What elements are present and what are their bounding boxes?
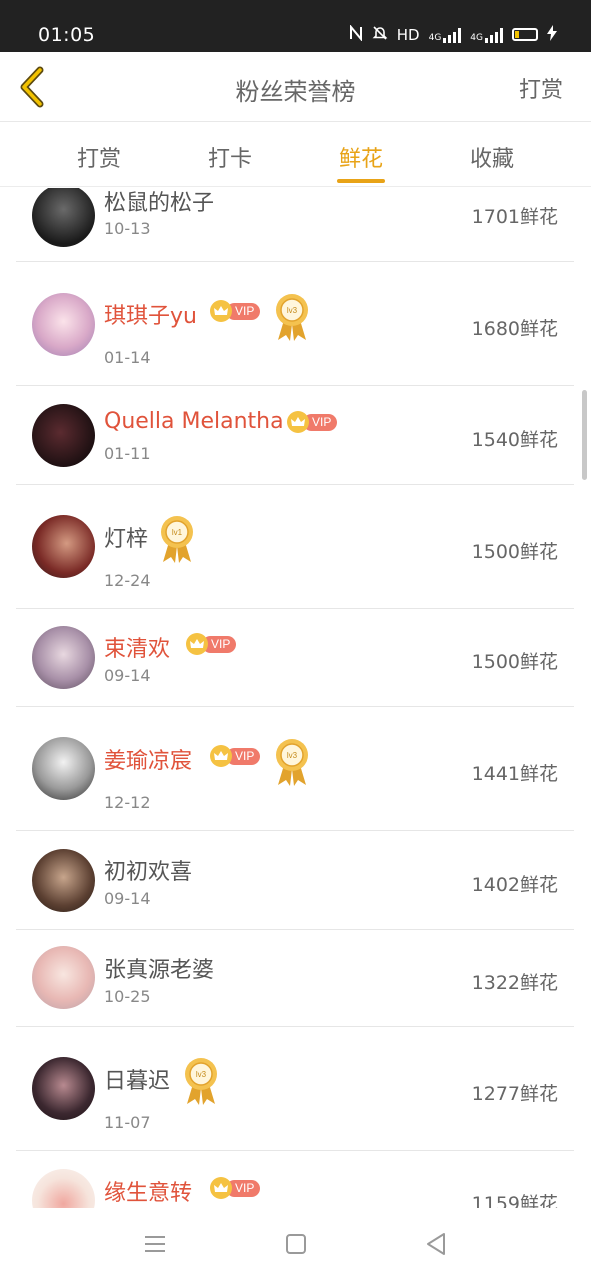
system-nav-bar [0,1208,591,1280]
vip-badge: VIP [210,1177,261,1199]
user-name[interactable]: 束清欢 [104,631,170,663]
level-medal-icon: lv3 [183,1056,219,1106]
nfc-icon [349,24,363,44]
list-item[interactable]: 松鼠的松子 10-13 1701鲜花 [16,188,574,262]
list-item[interactable]: 灯梓 lv1 12-24 1500鲜花 [16,485,574,609]
network-type-label: 4G [470,32,483,43]
flower-count: 1277鲜花 [471,1083,558,1105]
vip-badge: VIP [210,300,261,322]
svg-text:lv3: lv3 [196,1070,207,1079]
avatar[interactable] [32,946,95,1009]
crown-icon [186,633,208,655]
date: 01-11 [104,444,151,463]
user-name[interactable]: 琪琪子yu [104,298,197,330]
scrollbar[interactable] [582,390,587,480]
hd-icon: HD [396,25,420,44]
date: 10-13 [104,219,151,238]
avatar[interactable] [32,1169,95,1208]
vip-badge: VIP [287,411,338,433]
mute-icon [372,25,388,44]
user-name[interactable]: Quella Melantha [104,409,284,434]
menu-icon [145,1236,165,1252]
crown-icon [210,300,232,322]
flower-count: 1500鲜花 [471,541,558,563]
date: 12-12 [104,793,151,812]
list-item[interactable]: Quella Melantha VIP 01-11 1540鲜花 [16,386,574,485]
vip-badge: VIP [210,745,261,767]
list-item[interactable]: 姜瑜凉宸 VIP lv3 12-12 1441鲜花 [16,707,574,831]
user-name[interactable]: 初初欢喜 [104,854,192,886]
date: 09-14 [104,889,151,908]
avatar[interactable] [32,849,95,912]
flower-count: 1159鲜花 [471,1193,558,1208]
avatar[interactable] [32,404,95,467]
list-item[interactable]: 初初欢喜 09-14 1402鲜花 [16,831,574,930]
svg-text:lv3: lv3 [287,306,298,315]
vip-badge: VIP [186,633,237,655]
crown-icon [287,411,309,433]
network-type-label: 4G [428,32,442,43]
page-title: 粉丝荣誉榜 [235,78,356,106]
flower-count: 1701鲜花 [471,206,558,228]
signal-4g-icon: 4G [470,27,503,43]
header-bar: 粉丝荣誉榜 打赏 [0,52,591,122]
level-medal-icon: lv1 [159,514,195,564]
triangle-back-icon [427,1233,445,1255]
avatar[interactable] [32,188,95,247]
active-tab-indicator [337,179,385,183]
user-name[interactable]: 松鼠的松子 [104,188,214,217]
list-item[interactable]: 琪琪子yu VIP lv3 01-14 1680鲜花 [16,262,574,386]
tab-favorites[interactable]: 收藏 [447,141,537,173]
home-button[interactable] [282,1230,310,1258]
user-name[interactable]: 张真源老婆 [104,952,214,984]
level-medal-icon: lv3 [274,292,310,342]
list-item[interactable]: 束清欢 VIP 09-14 1500鲜花 [16,609,574,707]
flower-count: 1402鲜花 [471,874,558,896]
back-nav-button[interactable] [422,1230,450,1258]
battery-icon [512,28,538,41]
status-icons: HD 4G 4G [349,24,557,44]
home-square-icon [286,1234,306,1254]
status-time: 01:05 [38,24,96,46]
avatar[interactable] [32,293,95,356]
flower-count: 1500鲜花 [471,651,558,673]
date: 01-14 [104,348,151,367]
tab-tip[interactable]: 打赏 [54,141,144,173]
user-name[interactable]: 灯梓 [104,521,148,553]
svg-text:lv1: lv1 [172,528,183,537]
charging-icon [547,25,557,44]
avatar[interactable] [32,1057,95,1120]
svg-text:lv3: lv3 [287,751,298,760]
fan-ranking-list[interactable]: 松鼠的松子 10-13 1701鲜花 琪琪子yu VIP lv3 01-14 1… [0,188,591,1208]
tab-flowers[interactable]: 鲜花 [316,141,406,173]
avatar[interactable] [32,737,95,800]
user-name[interactable]: 日暮迟 [104,1063,170,1095]
tab-checkin[interactable]: 打卡 [185,141,275,173]
menu-button[interactable] [141,1230,169,1258]
user-name[interactable]: 缘生意转 [104,1175,192,1207]
tip-button[interactable]: 打赏 [519,72,563,104]
list-item[interactable]: 日暮迟 lv3 11-07 1277鲜花 [16,1027,574,1151]
user-name[interactable]: 姜瑜凉宸 [104,743,192,775]
flower-count: 1540鲜花 [471,429,558,451]
level-medal-icon: lv3 [274,737,310,787]
date: 11-07 [104,1113,151,1132]
flower-count: 1680鲜花 [471,318,558,340]
date: 09-14 [104,666,151,685]
crown-icon [210,1177,232,1199]
flower-count: 1441鲜花 [471,763,558,785]
list-item[interactable]: 张真源老婆 10-25 1322鲜花 [16,930,574,1027]
crown-icon [210,745,232,767]
signal-4g-icon: 4G [429,27,462,43]
status-bar: 01:05 HD 4G 4G [0,0,591,52]
flower-count: 1322鲜花 [471,972,558,994]
date: 10-25 [104,987,151,1006]
list-item[interactable]: 缘生意转 VIP 1159鲜花 [16,1151,574,1208]
avatar[interactable] [32,626,95,689]
tab-bar: 打赏 打卡 鲜花 收藏 [0,123,591,187]
avatar[interactable] [32,515,95,578]
date: 12-24 [104,571,151,590]
